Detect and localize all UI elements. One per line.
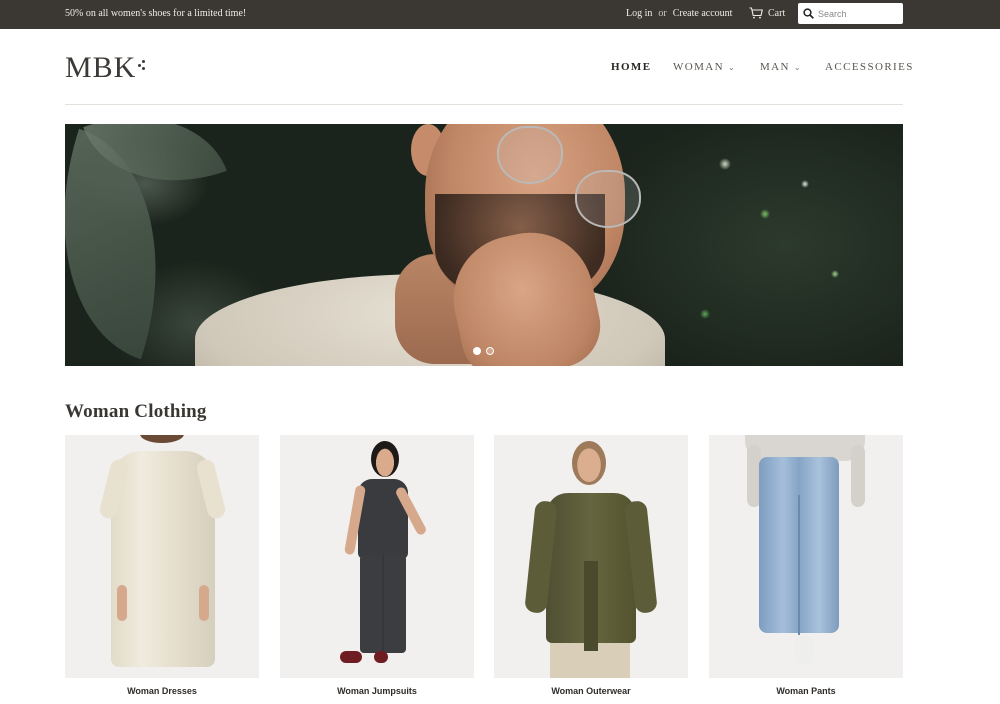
nav-item-label: WOMAN [673, 61, 724, 73]
outerwear-photo[interactable] [494, 435, 688, 678]
login-link[interactable]: Log in [626, 8, 652, 19]
nav-item-home[interactable]: HOME [611, 61, 651, 73]
slide-dot-1[interactable] [473, 347, 481, 355]
collection-label[interactable]: Woman Outerwear [494, 686, 688, 696]
collection-label[interactable]: Woman Jumpsuits [280, 686, 474, 696]
nav-item-woman[interactable]: WOMAN ⌄ [673, 61, 736, 73]
hero-glasses-shape [575, 170, 641, 228]
header-divider [65, 104, 903, 105]
collection-card-jumpsuits[interactable]: Woman Jumpsuits [280, 435, 474, 696]
cart-label: Cart [768, 7, 786, 19]
search-icon[interactable] [803, 8, 814, 19]
or-separator: or [658, 8, 667, 19]
announcement-bar: 50% on all women's shoes for a limited t… [0, 0, 1000, 29]
cart-icon [749, 7, 763, 19]
logo-text: MBK [65, 51, 137, 84]
section-title: Woman Clothing [65, 401, 207, 422]
account-links: Log in or Create account [626, 8, 732, 19]
collection-label[interactable]: Woman Dresses [65, 686, 259, 696]
nav-item-label: HOME [611, 61, 652, 73]
collection-card-outerwear[interactable]: Woman Outerwear [494, 435, 688, 696]
jumpsuit-photo[interactable] [280, 435, 474, 678]
search-box[interactable] [798, 3, 903, 24]
slideshow-dots [473, 347, 494, 355]
collection-card-pants[interactable]: Woman Pants [709, 435, 903, 696]
slide-dot-2[interactable] [486, 347, 494, 355]
announcement-text: 50% on all women's shoes for a limited t… [65, 8, 247, 19]
nav-item-accessories[interactable]: ACCESSORIES [825, 61, 914, 73]
collection-label[interactable]: Woman Pants [709, 686, 903, 696]
collection-card-dresses[interactable]: Woman Dresses [65, 435, 259, 696]
site-logo[interactable]: MBK [65, 51, 148, 85]
pants-photo[interactable] [709, 435, 903, 678]
create-account-link[interactable]: Create account [673, 8, 733, 19]
chevron-down-icon: ⌄ [793, 62, 802, 72]
hero-slideshow[interactable] [65, 124, 903, 366]
nav-item-label: MAN [760, 61, 790, 73]
cart-link[interactable]: Cart [749, 7, 785, 19]
nav-item-man[interactable]: MAN ⌄ [760, 61, 802, 73]
search-input[interactable] [818, 8, 900, 19]
hero-glasses-shape [497, 126, 563, 184]
chevron-down-icon: ⌄ [728, 62, 737, 72]
dress-photo[interactable] [65, 435, 259, 678]
logo-dots-icon [138, 60, 148, 74]
nav-item-label: ACCESSORIES [825, 61, 914, 73]
